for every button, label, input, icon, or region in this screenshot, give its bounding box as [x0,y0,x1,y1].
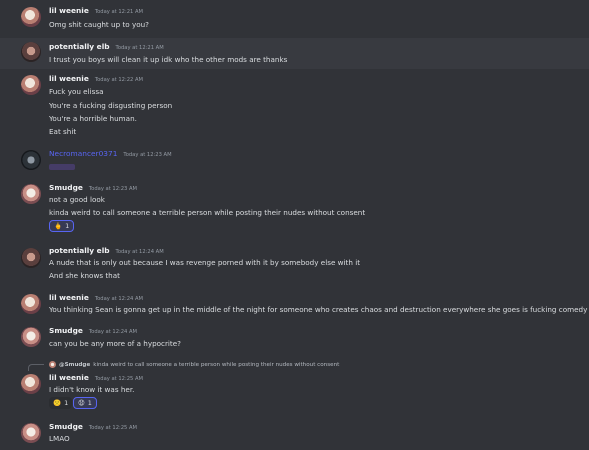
timestamp: Today at 12:24 AM [94,296,143,302]
username[interactable]: potentially elb [49,246,110,255]
message: Smudge Today at 12:24 AM can you be any … [0,326,589,352]
timestamp: Today at 12:23 AM [123,152,172,158]
reaction-button[interactable]: 😧 1 [73,397,97,409]
username[interactable]: Smudge [49,422,83,431]
reply-username[interactable]: @Smudge [59,362,90,368]
timestamp: Today at 12:25 AM [94,376,143,382]
redacted-content [49,164,75,170]
message-text: You're a fucking disgusting person [49,101,173,110]
message-text: Fuck you elissa [49,87,104,96]
avatar[interactable] [21,327,41,347]
reaction-button[interactable]: 🙁 1 [49,397,73,409]
message-text: not a good look [49,195,105,204]
frowning-face-emoji-icon: 🙁 [53,399,62,407]
message-text: Eat shit [49,127,77,136]
avatar[interactable] [21,423,41,443]
reaction-count: 1 [64,399,69,407]
message-text: A nude that is only out because I was re… [49,258,361,267]
message-text: kinda weird to call someone a terrible p… [49,208,366,217]
username[interactable]: lil weenie [49,373,89,382]
message-text: You thinking Sean is gonna get up in the… [49,305,588,314]
message: Necromancer0371 Today at 12:23 AM [0,149,589,173]
message-text: I didn't know it was her. [49,385,135,394]
username[interactable]: lil weenie [49,6,89,15]
username[interactable]: Smudge [49,326,83,335]
timestamp: Today at 12:24 AM [115,249,164,255]
message-text: I trust you boys will clean it up idk wh… [49,55,288,64]
avatar[interactable] [21,294,41,314]
message-text: You're a horrible human. [49,114,137,123]
timestamp: Today at 12:22 AM [94,77,143,83]
avatar[interactable] [21,7,41,27]
message: lil weenie Today at 12:21 AM Omg shit ca… [0,6,589,32]
avatar[interactable] [21,184,41,204]
message-text: LMAO [49,434,70,443]
timestamp: Today at 12:23 AM [88,186,138,192]
avatar[interactable] [21,150,41,170]
reaction-count: 1 [65,222,70,230]
message-text: Omg shit caught up to you? [49,20,149,29]
reply-connector [28,364,44,371]
avatar[interactable] [21,42,41,62]
message: Smudge Today at 12:23 AM not a good look… [0,183,589,235]
username[interactable]: lil weenie [49,74,89,83]
message: lil weenie Today at 12:24 AM You thinkin… [0,293,589,319]
avatar[interactable] [21,75,41,95]
timestamp: Today at 12:24 AM [88,329,138,335]
username[interactable]: potentially elb [49,42,110,51]
timestamp: Today at 12:25 AM [88,425,138,431]
message-text: And she knows that [49,271,120,280]
avatar[interactable] [21,248,41,268]
reply-avatar [49,361,56,368]
timestamp: Today at 12:21 AM [94,9,143,15]
message: potentially elb Today at 12:24 AM A nude… [0,246,589,284]
message: @Smudge kinda weird to call someone a te… [0,360,589,416]
username[interactable]: lil weenie [49,293,89,302]
middle-finger-emoji-icon: 🖕 [54,222,63,230]
reaction-count: 1 [87,399,92,407]
message-text: can you be any more of a hypocrite? [49,339,181,348]
username[interactable]: Necromancer0371 [49,149,117,158]
reply-preview[interactable]: @Smudge kinda weird to call someone a te… [49,361,339,368]
message: Smudge Today at 12:25 AM LMAO [0,422,589,448]
timestamp: Today at 12:21 AM [115,45,164,51]
chat-messages: lil weenie Today at 12:21 AM Omg shit ca… [0,0,589,450]
reaction-button[interactable]: 🖕 1 [49,220,75,232]
message: potentially elb Today at 12:21 AM I trus… [0,38,589,69]
message: lil weenie Today at 12:22 AM Fuck you el… [0,74,589,142]
anguished-face-emoji-icon: 😧 [78,399,85,407]
avatar[interactable] [21,374,41,394]
username[interactable]: Smudge [49,183,83,192]
reply-text: kinda weird to call someone a terrible p… [93,361,340,368]
